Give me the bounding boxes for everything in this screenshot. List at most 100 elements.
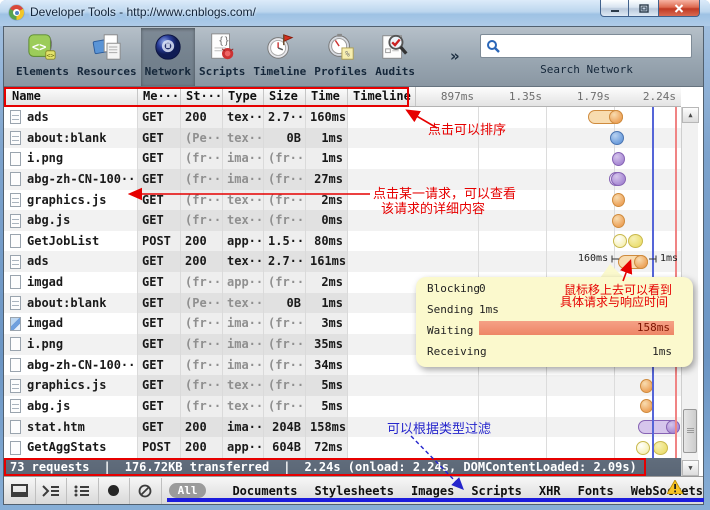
column-header-timeline[interactable]: Timeline	[348, 87, 416, 106]
filter-all-button[interactable]: All	[169, 483, 207, 498]
devtools-window: Developer Tools - http://www.cnblogs.com…	[0, 0, 710, 510]
table-row[interactable]: graphics.jsGET(fr···tex···(fr···2ms	[4, 190, 681, 211]
list-view-button[interactable]	[67, 478, 99, 504]
request-name-cell[interactable]: abg.js	[4, 396, 138, 417]
scroll-down-button[interactable]: ▼	[682, 460, 699, 476]
request-name-cell[interactable]: GetAggStats	[4, 437, 138, 458]
timeline-bar[interactable]	[612, 193, 625, 207]
timeline-scale-label: 1.35s	[482, 90, 542, 103]
search-input[interactable]	[505, 37, 689, 57]
table-row[interactable]: GetJobListPOST200app···1.5···80ms	[4, 231, 681, 252]
overflow-chevron[interactable]: »	[450, 47, 460, 65]
search-box[interactable]	[480, 34, 692, 58]
svg-text:%: %	[345, 49, 350, 58]
timeline-bar[interactable]	[653, 441, 668, 455]
tab-network[interactable]: Network	[141, 28, 195, 86]
column-header-time[interactable]: Time	[306, 87, 348, 106]
request-name-cell[interactable]: graphics.js	[4, 190, 138, 211]
request-method: GET	[138, 148, 181, 169]
filter-images[interactable]: Images	[411, 484, 454, 498]
chrome-logo-icon	[9, 5, 24, 20]
request-status: 200	[181, 107, 223, 128]
document-file-icon	[10, 441, 21, 455]
table-row[interactable]: graphics.jsGET(fr···tex···(fr···5ms	[4, 375, 681, 396]
filter-stylesheets[interactable]: Stylesheets	[314, 484, 393, 498]
scroll-up-button[interactable]: ▲	[682, 107, 699, 123]
timeline-icon	[265, 32, 295, 62]
request-name-cell[interactable]: imgad	[4, 272, 138, 293]
column-header-name[interactable]: Name	[4, 87, 138, 106]
timeline-bar[interactable]	[638, 420, 680, 434]
timeline-cell	[347, 437, 681, 458]
request-name-cell[interactable]: abg-zh-CN-100···	[4, 169, 138, 190]
request-name-cell[interactable]: abg-zh-CN-100···	[4, 355, 138, 376]
tab-scripts[interactable]: {}Scripts	[195, 28, 249, 86]
table-row[interactable]: abg.jsGET(fr···tex···(fr···0ms	[4, 210, 681, 231]
column-header-type[interactable]: Type	[223, 87, 264, 106]
timeline-bar[interactable]	[618, 255, 648, 269]
request-name-cell[interactable]: graphics.js	[4, 375, 138, 396]
request-size: 0B	[264, 128, 306, 149]
table-row[interactable]: i.pngGET(fr···ima···(fr···1ms	[4, 148, 681, 169]
dock-button[interactable]	[4, 478, 36, 504]
table-row[interactable]: GetAggStatsPOST200app···604B72ms	[4, 437, 681, 458]
console-button[interactable]	[36, 478, 68, 504]
request-name-cell[interactable]: about:blank	[4, 293, 138, 314]
request-size: (fr···	[264, 334, 306, 355]
timeline-bar[interactable]	[628, 234, 643, 248]
request-name-cell[interactable]: about:blank	[4, 128, 138, 149]
tooltip-value: 0	[479, 282, 486, 295]
timeline-bar[interactable]	[636, 441, 650, 455]
request-method: GET	[138, 272, 181, 293]
table-row[interactable]: adsGET200tex···2.7···160ms	[4, 107, 681, 128]
timeline-bar[interactable]	[613, 234, 627, 248]
filter-fonts[interactable]: Fonts	[578, 484, 614, 498]
request-name-cell[interactable]: stat.htm	[4, 417, 138, 438]
column-header-st[interactable]: St···	[181, 87, 223, 106]
timeline-bar[interactable]	[610, 131, 624, 145]
timeline-cell	[347, 396, 681, 417]
request-name-cell[interactable]: ads	[4, 251, 138, 272]
tab-resources[interactable]: Resources	[73, 28, 141, 86]
request-name-cell[interactable]: i.png	[4, 148, 138, 169]
request-method: POST	[138, 437, 181, 458]
tooltip-label-receiving: Receiving	[427, 345, 487, 358]
column-header-me[interactable]: Me···	[138, 87, 181, 106]
close-button[interactable]	[658, 0, 700, 17]
maximize-button[interactable]	[629, 0, 658, 17]
minimize-button[interactable]	[600, 0, 629, 17]
timeline-bar[interactable]	[611, 172, 626, 186]
request-name-cell[interactable]: i.png	[4, 334, 138, 355]
timeline-bar[interactable]	[588, 110, 623, 124]
filter-scripts[interactable]: Scripts	[471, 484, 522, 498]
record-button[interactable]	[99, 478, 131, 504]
column-header-size[interactable]: Size	[264, 87, 306, 106]
request-status: (fr···	[181, 334, 223, 355]
request-name-cell[interactable]: GetJobList	[4, 231, 138, 252]
filter-xhr[interactable]: XHR	[539, 484, 561, 498]
tab-label: Elements	[16, 65, 69, 78]
request-name-cell[interactable]: abg.js	[4, 210, 138, 231]
request-name-cell[interactable]: ads	[4, 107, 138, 128]
tab-profiles[interactable]: %Profiles	[310, 28, 371, 86]
timeline-bar[interactable]	[612, 214, 625, 228]
request-method: GET	[138, 334, 181, 355]
request-method: GET	[138, 169, 181, 190]
warning-icon	[667, 479, 683, 498]
tab-elements[interactable]: <><>Elements	[12, 28, 73, 86]
table-row[interactable]: abg.jsGET(fr···tex···(fr···5ms	[4, 396, 681, 417]
request-name-cell[interactable]: imgad	[4, 313, 138, 334]
request-size: 2.7···	[264, 251, 306, 272]
request-name: GetAggStats	[27, 437, 106, 458]
table-row[interactable]: stat.htmGET200ima···204B158ms	[4, 417, 681, 438]
timeline-bar[interactable]	[612, 152, 625, 166]
filter-documents[interactable]: Documents	[232, 484, 297, 498]
clear-button[interactable]	[130, 478, 162, 504]
table-row[interactable]: abg-zh-CN-100···GET(fr···ima···(fr···27m…	[4, 169, 681, 190]
request-size: 1.5···	[264, 231, 306, 252]
resources-icon	[92, 32, 122, 62]
tab-audits[interactable]: Audits	[371, 28, 419, 86]
table-row[interactable]: about:blankGET(Pe···tex···0B1ms	[4, 128, 681, 149]
scrollbar-thumb[interactable]	[683, 409, 697, 453]
tab-timeline[interactable]: Timeline	[249, 28, 310, 86]
